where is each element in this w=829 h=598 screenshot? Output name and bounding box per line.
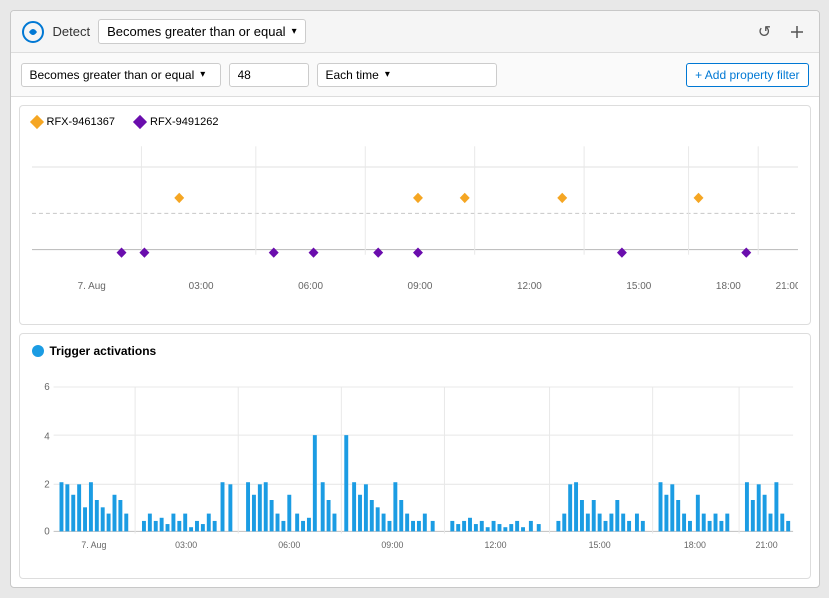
charts-area: RFX-9461367 RFX-9491262 7. Aug 03:00 06:… (11, 97, 819, 587)
frequency-dropdown-text: Each time (326, 68, 379, 82)
frequency-dropdown-chevron-icon: ▾ (385, 69, 390, 80)
header-condition-text: Becomes greater than or equal (107, 24, 286, 39)
svg-text:6: 6 (44, 382, 50, 393)
condition-dropdown[interactable]: Becomes greater than or equal ▾ (21, 63, 221, 87)
svg-text:12:00: 12:00 (516, 281, 541, 292)
legend-purple-dot-icon (133, 115, 147, 129)
header-condition-dropdown[interactable]: Becomes greater than or equal ▾ (98, 19, 306, 44)
svg-text:4: 4 (44, 431, 50, 442)
legend-orange-dot-icon (29, 115, 43, 129)
frequency-dropdown[interactable]: Each time ▾ (317, 63, 497, 87)
condition-dropdown-text: Becomes greater than or equal (30, 68, 195, 82)
svg-text:15:00: 15:00 (588, 540, 610, 550)
legend-item-orange: RFX-9461367 (32, 116, 116, 128)
bar-chart: Trigger activations 6 4 2 0 (19, 333, 811, 579)
svg-text:21:00: 21:00 (755, 540, 777, 550)
svg-text:12:00: 12:00 (484, 540, 506, 550)
refresh-icon[interactable]: ↺ (753, 20, 777, 44)
header-icons: ↺ (753, 20, 809, 44)
add-property-filter-button[interactable]: + Add property filter (686, 63, 808, 87)
app-logo-icon (21, 20, 45, 44)
main-container: Detect Becomes greater than or equal ▾ ↺… (10, 10, 820, 588)
svg-text:15:00: 15:00 (626, 281, 651, 292)
svg-text:2: 2 (44, 479, 50, 490)
svg-text:09:00: 09:00 (381, 540, 403, 550)
legend-orange-label: RFX-9461367 (47, 116, 116, 128)
header-bar: Detect Becomes greater than or equal ▾ ↺ (11, 11, 819, 53)
svg-text:18:00: 18:00 (683, 540, 705, 550)
svg-text:18:00: 18:00 (715, 281, 740, 292)
scatter-legend: RFX-9461367 RFX-9491262 (32, 116, 798, 128)
svg-text:06:00: 06:00 (278, 540, 300, 550)
header-dropdown-chevron-icon: ▾ (292, 26, 297, 37)
filter-bar: Becomes greater than or equal ▾ Each tim… (11, 53, 819, 97)
plus-settings-svg (789, 24, 805, 40)
scatter-chart: RFX-9461367 RFX-9491262 7. Aug 03:00 06:… (19, 105, 811, 325)
svg-text:0: 0 (44, 526, 50, 537)
bar-legend: Trigger activations (32, 344, 798, 358)
bar-chart-title: Trigger activations (50, 344, 157, 358)
legend-purple-label: RFX-9491262 (150, 116, 219, 128)
svg-text:03:00: 03:00 (175, 540, 197, 550)
scatter-svg: 7. Aug 03:00 06:00 09:00 12:00 15:00 18:… (32, 136, 798, 296)
bar-chart-svg: 6 4 2 0 7. Aug 03:00 06 (32, 364, 798, 568)
svg-text:7. Aug: 7. Aug (81, 540, 106, 550)
svg-text:06:00: 06:00 (298, 281, 323, 292)
svg-text:7. Aug: 7. Aug (77, 281, 105, 292)
detect-label: Detect (53, 24, 91, 39)
svg-text:03:00: 03:00 (188, 281, 213, 292)
add-filter-label: + Add property filter (695, 68, 799, 82)
threshold-input[interactable] (229, 63, 309, 87)
legend-item-purple: RFX-9491262 (135, 116, 219, 128)
svg-text:09:00: 09:00 (407, 281, 432, 292)
settings-icon[interactable] (785, 20, 809, 44)
condition-dropdown-chevron-icon: ▾ (200, 69, 205, 80)
svg-text:21:00: 21:00 (775, 281, 797, 292)
bar-legend-dot-icon (32, 345, 44, 357)
